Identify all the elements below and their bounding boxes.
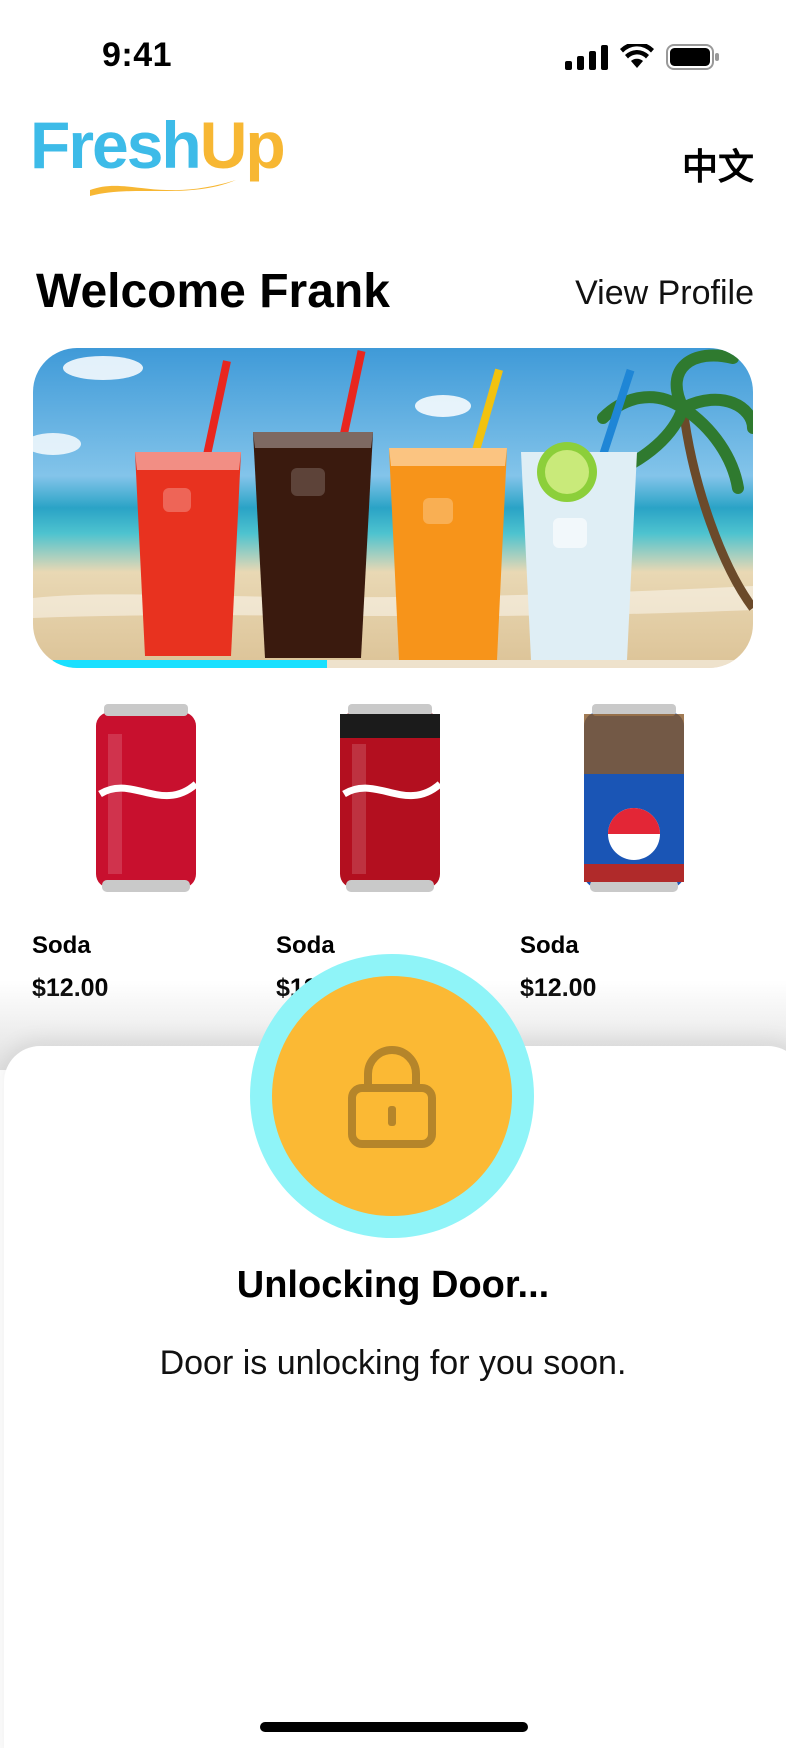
soda-can-icon bbox=[340, 704, 443, 892]
promo-banner[interactable] bbox=[33, 348, 753, 668]
product-name: Soda bbox=[32, 932, 91, 959]
status-time: 9:41 bbox=[102, 36, 173, 74]
logo-text: FreshUp bbox=[30, 112, 286, 178]
battery-icon bbox=[666, 44, 720, 70]
product-card[interactable]: Soda $12.00 bbox=[520, 700, 750, 1002]
app-screen: 9:41 FreshUp 中文 Welcome Frank View Profi… bbox=[0, 0, 786, 1748]
welcome-title: Welcome Frank bbox=[36, 265, 390, 318]
banner-progress-fill bbox=[53, 660, 327, 668]
unlock-title: Unlocking Door... bbox=[236, 1264, 550, 1306]
signal-icon bbox=[565, 44, 608, 70]
lock-icon bbox=[348, 1046, 436, 1148]
wifi-icon bbox=[620, 44, 654, 70]
view-profile-link[interactable]: View Profile bbox=[575, 274, 754, 313]
soda-can-icon bbox=[584, 704, 684, 892]
banner-drinks-image bbox=[33, 349, 753, 660]
language-toggle[interactable]: 中文 bbox=[682, 138, 754, 190]
unlock-message: Door is unlocking for you soon. bbox=[159, 1344, 627, 1382]
freshup-logo[interactable]: FreshUp bbox=[30, 112, 290, 202]
product-name: Soda bbox=[276, 932, 335, 959]
logo-swoosh-icon bbox=[90, 180, 236, 196]
home-indicator[interactable] bbox=[260, 1722, 528, 1732]
product-name: Soda bbox=[520, 932, 579, 959]
status-bar: 9:41 bbox=[0, 0, 786, 118]
banner-progress-track bbox=[53, 660, 753, 668]
lock-badge bbox=[272, 976, 512, 1216]
status-icons bbox=[565, 44, 720, 70]
soda-can-icon bbox=[96, 704, 199, 892]
product-card[interactable]: Soda $12.00 bbox=[32, 700, 262, 1002]
